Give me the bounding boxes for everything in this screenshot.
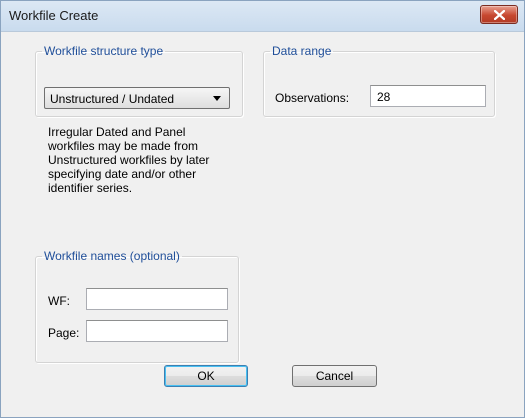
ok-button[interactable]: OK xyxy=(164,365,248,387)
structure-type-group: Workfile structure type Unstructured / U… xyxy=(35,44,243,117)
wf-label: WF: xyxy=(48,294,70,308)
structure-info-text: Irregular Dated and Panel workfiles may … xyxy=(48,125,228,195)
dialog-content: Workfile structure type Unstructured / U… xyxy=(1,32,524,417)
close-icon xyxy=(494,10,505,20)
structure-type-dropdown[interactable]: Unstructured / Undated xyxy=(44,87,230,109)
workfile-names-legend: Workfile names (optional) xyxy=(44,249,180,263)
wf-name-input[interactable] xyxy=(86,288,228,310)
close-button[interactable] xyxy=(480,5,518,24)
workfile-names-group: Workfile names (optional) WF: Page: xyxy=(35,249,239,363)
title-bar[interactable]: Workfile Create xyxy=(1,1,524,32)
page-label: Page: xyxy=(48,326,80,340)
data-range-group: Data range Observations: 28 xyxy=(263,44,495,117)
observations-label: Observations: xyxy=(275,91,350,105)
data-range-legend: Data range xyxy=(272,44,332,58)
workfile-create-dialog: Workfile Create Workfile structure type … xyxy=(0,0,525,418)
observations-input[interactable]: 28 xyxy=(370,85,486,107)
info-line: Irregular Dated and Panel xyxy=(48,125,186,139)
info-line: specifying date and/or other xyxy=(48,167,197,181)
cancel-button[interactable]: Cancel xyxy=(292,365,377,387)
info-line: Unstructured workfiles by later xyxy=(48,153,210,167)
info-line: workfiles may be made from xyxy=(48,139,199,153)
page-name-input[interactable] xyxy=(86,320,228,342)
dropdown-arrow-icon xyxy=(213,96,221,101)
info-line: identifier series. xyxy=(48,181,133,195)
structure-type-value: Unstructured / Undated xyxy=(50,92,175,106)
window-title: Workfile Create xyxy=(9,8,99,23)
structure-type-legend: Workfile structure type xyxy=(44,44,164,58)
